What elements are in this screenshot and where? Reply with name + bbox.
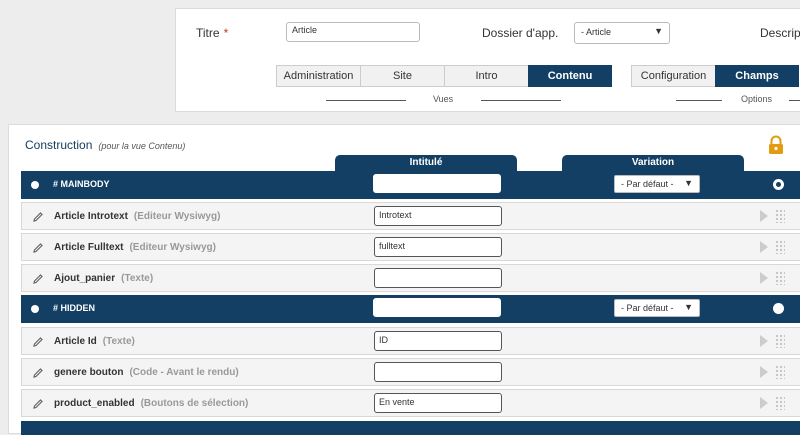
pencil-icon[interactable]: [32, 273, 44, 285]
section-label-input[interactable]: [373, 174, 501, 193]
section-name: # MAINBODY: [53, 179, 110, 189]
options-caption: Options: [741, 94, 773, 104]
tab-configuration[interactable]: Configuration: [631, 65, 715, 87]
variation-select[interactable]: - Par défaut - ▼: [614, 299, 700, 317]
radio-icon[interactable]: [31, 181, 39, 189]
next-section-row: [21, 421, 800, 435]
title-input[interactable]: Article: [286, 22, 420, 42]
variation-select-value: - Par défaut -: [621, 303, 674, 313]
field-label-input[interactable]: En vente: [374, 393, 502, 413]
drag-handle-icon[interactable]: [775, 271, 785, 285]
field-name: product_enabled (Boutons de sélection): [54, 398, 249, 409]
section-name: # HIDDEN: [53, 303, 96, 313]
field-name: Article Fulltext (Editeur Wysiwyg): [54, 242, 216, 253]
lock-icon[interactable]: [767, 135, 785, 155]
move-arrow-icon[interactable]: [760, 335, 768, 347]
title-label: Titre *: [196, 26, 229, 40]
pencil-icon[interactable]: [32, 336, 44, 348]
field-name: Article Introtext (Editeur Wysiwyg): [54, 211, 221, 222]
drag-handle-icon[interactable]: [775, 209, 785, 223]
field-label-input[interactable]: [374, 362, 502, 382]
field-type: (Boutons de sélection): [140, 398, 249, 409]
chevron-down-icon: ▼: [654, 26, 663, 36]
views-caption-line-right: [481, 100, 561, 101]
move-arrow-icon[interactable]: [760, 272, 768, 284]
field-row-article-introtext: Article Introtext (Editeur Wysiwyg) Intro…: [21, 202, 800, 230]
field-row-article-fulltext: Article Fulltext (Editeur Wysiwyg) fullte…: [21, 233, 800, 261]
folder-select-value: - Article: [581, 27, 612, 37]
construction-panel: Construction (pour la vue Contenu) Intitu…: [8, 124, 800, 435]
tab-intro[interactable]: Intro: [444, 65, 528, 87]
tab-administration[interactable]: Administration: [276, 65, 360, 87]
section-row-hidden: # HIDDEN - Par défaut - ▼: [21, 295, 800, 323]
folder-select[interactable]: - Article ▼: [574, 22, 670, 44]
field-label-input[interactable]: Introtext: [374, 206, 502, 226]
tab-site[interactable]: Site: [360, 65, 444, 87]
views-caption: Vues: [433, 94, 454, 104]
field-row-article-id: Article Id (Texte) ID: [21, 327, 800, 355]
field-type: (Texte): [102, 336, 135, 347]
top-settings-panel: Titre * Article Dossier d'app. - Article …: [175, 8, 800, 112]
required-mark: *: [223, 26, 229, 40]
pencil-icon[interactable]: [32, 242, 44, 254]
drag-handle-icon[interactable]: [775, 334, 785, 348]
construction-title: Construction (pour la vue Contenu): [25, 138, 186, 152]
field-label-input[interactable]: [374, 268, 502, 288]
variation-select-value: - Par défaut -: [621, 179, 674, 189]
move-arrow-icon[interactable]: [760, 397, 768, 409]
description-label: Descript: [760, 26, 800, 40]
drag-handle-icon[interactable]: [775, 365, 785, 379]
section-toggle-icon[interactable]: [773, 303, 784, 314]
pencil-icon[interactable]: [32, 398, 44, 410]
pencil-icon[interactable]: [32, 211, 44, 223]
section-label-input[interactable]: [373, 298, 501, 317]
section-toggle-icon[interactable]: [773, 179, 784, 190]
move-arrow-icon[interactable]: [760, 210, 768, 222]
options-tabs: Configuration Champs: [631, 65, 799, 87]
folder-label: Dossier d'app.: [482, 26, 559, 40]
field-row-genere-bouton: genere bouton (Code - Avant le rendu): [21, 358, 800, 386]
variation-column-header: Variation: [562, 155, 744, 171]
field-row-product-enabled: product_enabled (Boutons de sélection) En…: [21, 389, 800, 417]
chevron-down-icon: ▼: [684, 302, 693, 312]
options-caption-line-left: [676, 100, 722, 101]
variation-select[interactable]: - Par défaut - ▼: [614, 175, 700, 193]
drag-handle-icon[interactable]: [775, 240, 785, 254]
field-name: genere bouton (Code - Avant le rendu): [54, 367, 239, 378]
field-label-input[interactable]: fulltext: [374, 237, 502, 257]
options-caption-line-right: [789, 100, 800, 101]
construction-subtitle: (pour la vue Contenu): [98, 141, 186, 151]
pencil-icon[interactable]: [32, 367, 44, 379]
chevron-down-icon: ▼: [684, 178, 693, 188]
move-arrow-icon[interactable]: [760, 366, 768, 378]
radio-icon[interactable]: [31, 305, 39, 313]
tab-contenu[interactable]: Contenu: [528, 65, 612, 87]
field-type: (Texte): [121, 273, 154, 284]
field-label-input[interactable]: ID: [374, 331, 502, 351]
section-row-mainbody: # MAINBODY - Par défaut - ▼: [21, 171, 800, 199]
field-row-ajout-panier: Ajout_panier (Texte): [21, 264, 800, 292]
tab-champs[interactable]: Champs: [715, 65, 799, 87]
field-type: (Code - Avant le rendu): [129, 367, 239, 378]
field-name: Ajout_panier (Texte): [54, 273, 154, 284]
move-arrow-icon[interactable]: [760, 241, 768, 253]
views-tabs: Administration Site Intro Contenu: [276, 65, 612, 87]
views-caption-line-left: [326, 100, 406, 101]
drag-handle-icon[interactable]: [775, 396, 785, 410]
field-type: (Editeur Wysiwyg): [133, 211, 221, 222]
field-type: (Editeur Wysiwyg): [129, 242, 216, 253]
intitule-column-header: Intitulé: [335, 155, 517, 171]
field-name: Article Id (Texte): [54, 336, 135, 347]
